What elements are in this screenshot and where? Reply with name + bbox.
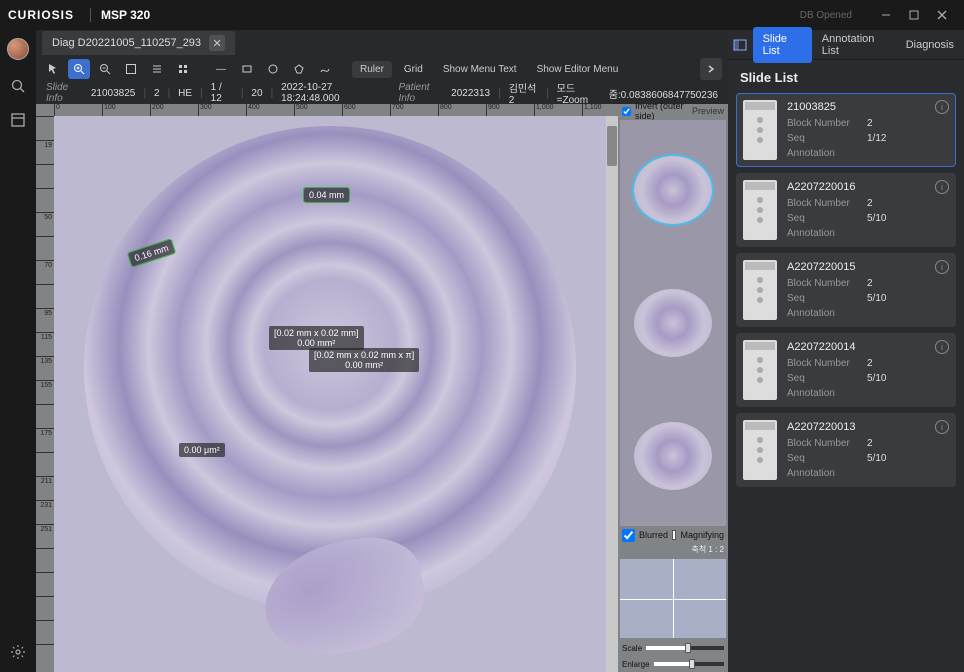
title-bar: CURIOSIS MSP 320 DB Opened: [0, 0, 964, 30]
user-avatar[interactable]: [7, 38, 29, 60]
grid-icon[interactable]: [172, 59, 194, 79]
slide-card[interactable]: A2207220014iBlock Number2Seq5/10Annotati…: [736, 333, 956, 407]
tab-annotation-list[interactable]: Annotation List: [812, 27, 896, 63]
slide-list: 21003825iBlock Number2Seq1/12AnnotationA…: [728, 93, 964, 672]
slide-name: A2207220013: [787, 421, 856, 433]
overview-scale-text: 축척 1 : 2: [618, 542, 728, 557]
slide-name: A2207220016: [787, 181, 856, 193]
document-tab[interactable]: Diag D20221005_110257_293 ✕: [42, 31, 235, 55]
enlarge-slider[interactable]: [654, 662, 724, 666]
freehand-tool-icon[interactable]: [314, 59, 336, 79]
product-label: MSP 320: [101, 8, 150, 22]
preview-thumbnail[interactable]: [634, 156, 712, 224]
info-icon[interactable]: i: [935, 260, 949, 274]
pointer-tool-icon[interactable]: [42, 59, 64, 79]
tab-bar: Diag D20221005_110257_293 ✕: [36, 30, 728, 56]
preview-thumbnail[interactable]: [634, 289, 712, 357]
slide-info-label: Slide Info: [46, 82, 83, 104]
line-tool-icon[interactable]: —: [210, 59, 232, 79]
circle-tool-icon[interactable]: [262, 59, 284, 79]
info-bar: Slide Info 21003825| 2| HE| 1 / 12| 20| …: [36, 82, 728, 104]
slide-card[interactable]: 21003825iBlock Number2Seq1/12Annotation: [736, 93, 956, 167]
divider: [90, 8, 91, 22]
rect-tool-icon[interactable]: [236, 59, 258, 79]
ruler-button[interactable]: Ruler: [352, 61, 392, 78]
grid-button[interactable]: Grid: [396, 61, 431, 78]
invert-checkbox[interactable]: [622, 107, 631, 116]
vertical-ruler: 19507095115135155175211231251: [36, 116, 54, 672]
slide-viewer[interactable]: 01002003004005006007008009001,0001,1001,…: [36, 104, 618, 672]
fit-icon[interactable]: [120, 59, 142, 79]
slide-thumbnail: [743, 340, 777, 400]
slide-thumbnail: [743, 260, 777, 320]
minimize-button[interactable]: [872, 5, 900, 25]
tab-label: Diag D20221005_110257_293: [52, 37, 201, 49]
slide-canvas[interactable]: 0.04 mm 0.16 mm [0.02 mm x 0.02 mm] 0.00…: [54, 116, 606, 672]
preview-panel: Invert (outer side) Preview Blurred Magn…: [618, 104, 728, 672]
panel-icon[interactable]: [728, 33, 753, 57]
panel-title: Slide List: [728, 60, 964, 93]
search-icon[interactable]: [10, 78, 26, 94]
left-sidebar: [0, 30, 36, 672]
horizontal-ruler: 01002003004005006007008009001,0001,1001,…: [54, 104, 618, 116]
toolbar: — Ruler Grid Show Menu Text Show Editor …: [36, 56, 728, 82]
right-tabs: Slide List Annotation List Diagnosis: [728, 30, 964, 60]
slide-thumbnail: [743, 180, 777, 240]
show-menu-text-button[interactable]: Show Menu Text: [435, 61, 525, 78]
close-button[interactable]: [928, 5, 956, 25]
vertical-scrollbar[interactable]: [606, 116, 618, 672]
magnifying-label: Magnifying: [680, 530, 724, 540]
right-panel: Slide List Annotation List Diagnosis Sli…: [728, 30, 964, 672]
blurred-checkbox[interactable]: [622, 529, 635, 542]
maximize-button[interactable]: [900, 5, 928, 25]
list-icon[interactable]: [146, 59, 168, 79]
info-icon[interactable]: i: [935, 420, 949, 434]
slide-name: A2207220014: [787, 341, 856, 353]
measurement-label[interactable]: 0.04 mm: [304, 188, 349, 202]
measurement-label[interactable]: 0.00 μm²: [179, 443, 225, 457]
zoom-in-icon[interactable]: [68, 59, 90, 79]
window-icon[interactable]: [10, 112, 26, 128]
preview-thumbnail[interactable]: [634, 422, 712, 490]
tab-diagnosis[interactable]: Diagnosis: [896, 33, 964, 57]
blurred-label: Blurred: [639, 530, 668, 540]
overview-map[interactable]: [620, 559, 726, 638]
settings-icon[interactable]: [10, 644, 26, 660]
slide-card[interactable]: A2207220016iBlock Number2Seq5/10Annotati…: [736, 173, 956, 247]
slide-thumbnail: [743, 420, 777, 480]
polygon-tool-icon[interactable]: [288, 59, 310, 79]
preview-label: Preview: [692, 106, 724, 116]
info-icon[interactable]: i: [935, 100, 949, 114]
zoom-out-icon[interactable]: [94, 59, 116, 79]
preview-thumbnails[interactable]: [620, 120, 726, 526]
measurement-label[interactable]: [0.02 mm x 0.02 mm] 0.00 mm²: [269, 326, 364, 350]
info-icon[interactable]: i: [935, 340, 949, 354]
content-area: 01002003004005006007008009001,0001,1001,…: [36, 104, 728, 672]
measurement-label[interactable]: [0.02 mm x 0.02 mm x π] 0.00 mm²: [309, 348, 419, 372]
tab-slide-list[interactable]: Slide List: [753, 27, 812, 63]
slide-name: A2207220015: [787, 261, 856, 273]
slide-name: 21003825: [787, 101, 836, 113]
info-icon[interactable]: i: [935, 180, 949, 194]
patient-info-label: Patient Info: [398, 82, 443, 104]
scale-slider-label: Scale: [622, 644, 642, 653]
slide-card[interactable]: A2207220013iBlock Number2Seq5/10Annotati…: [736, 413, 956, 487]
color-swatch[interactable]: [672, 530, 676, 540]
workspace: Diag D20221005_110257_293 ✕ — Ruler Grid…: [36, 30, 728, 672]
slide-thumbnail: [743, 100, 777, 160]
db-status: DB Opened: [800, 10, 852, 21]
toolbar-more-icon[interactable]: [700, 58, 722, 80]
scale-slider[interactable]: [646, 646, 724, 650]
show-editor-menu-button[interactable]: Show Editor Menu: [529, 61, 627, 78]
tab-close-icon[interactable]: ✕: [209, 35, 225, 51]
enlarge-slider-label: Enlarge: [622, 660, 650, 669]
slide-card[interactable]: A2207220015iBlock Number2Seq5/10Annotati…: [736, 253, 956, 327]
brand-label: CURIOSIS: [8, 8, 74, 22]
invert-label: Invert (outer side): [635, 101, 688, 121]
